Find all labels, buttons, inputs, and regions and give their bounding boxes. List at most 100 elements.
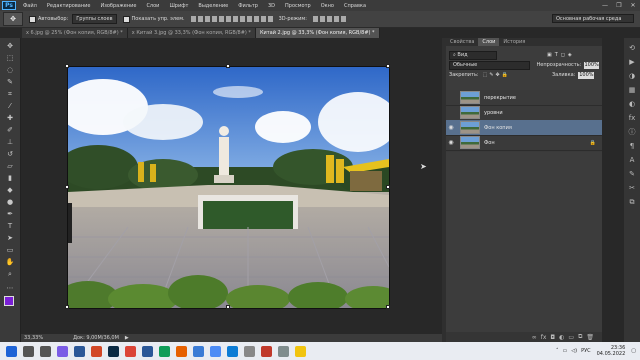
eraser-tool-icon[interactable]: ▱ — [5, 162, 15, 170]
taskview-icon[interactable] — [40, 345, 51, 357]
layer-row[interactable]: ◉ Фон 🔒 — [446, 135, 602, 151]
distribute-icon[interactable] — [239, 16, 245, 22]
menu-item[interactable]: Окно — [316, 3, 339, 9]
eye-icon[interactable]: ◉ — [446, 124, 456, 131]
distribute-icon[interactable] — [253, 16, 259, 22]
transform-handle[interactable] — [386, 305, 390, 309]
brush-panel-icon[interactable]: ✎ — [628, 170, 636, 178]
distribute-icon[interactable] — [246, 16, 252, 22]
3d-rotate-icon[interactable] — [312, 16, 318, 22]
menu-item[interactable]: Файл — [18, 3, 42, 9]
move-tool-icon[interactable]: ✥ — [5, 42, 15, 50]
clone-stamp-tool-icon[interactable]: ⊥ — [5, 138, 15, 146]
app-icon[interactable] — [244, 345, 255, 357]
type-tool-icon[interactable]: T — [5, 222, 15, 230]
menu-item[interactable]: Просмотр — [280, 3, 316, 9]
dodge-tool-icon[interactable]: ● — [5, 198, 15, 206]
transform-handle[interactable] — [226, 64, 230, 68]
notifications-icon[interactable]: ▢ — [631, 348, 636, 354]
color-panel-icon[interactable]: ◑ — [628, 72, 636, 80]
layer-filter-dropdown[interactable]: ⌕ Вид — [449, 50, 497, 60]
chrome-icon[interactable] — [125, 345, 136, 357]
3d-slide-icon[interactable] — [333, 16, 339, 22]
history-panel-icon[interactable]: ⟲ — [628, 44, 636, 52]
align-icon[interactable] — [225, 16, 231, 22]
tool-presets-icon[interactable]: ✂ — [628, 184, 636, 192]
align-icon[interactable] — [190, 16, 196, 22]
foreground-color-swatch[interactable] — [4, 296, 14, 306]
tab-layers[interactable]: Слои — [478, 38, 500, 46]
word-icon[interactable] — [142, 345, 153, 357]
menu-item[interactable]: Фильтр — [233, 3, 263, 9]
pen-tool-icon[interactable]: ✒ — [5, 210, 15, 218]
autoselect-dropdown[interactable]: Группы слоев — [72, 14, 117, 24]
align-icon[interactable] — [211, 16, 217, 22]
transform-handle[interactable] — [65, 305, 69, 309]
fx-icon[interactable]: fx — [541, 334, 547, 341]
lock-icons[interactable]: ⬚✎✥🔒 — [483, 72, 510, 78]
layer-row-selected[interactable]: ◉ Фон копия — [446, 120, 602, 136]
tray-arrow-icon[interactable]: ˄ — [556, 348, 559, 354]
path-select-tool-icon[interactable]: ➤ — [5, 234, 15, 242]
info-panel-icon[interactable]: ⓘ — [628, 128, 636, 136]
menu-item[interactable]: Шрифт — [164, 3, 193, 9]
blur-tool-icon[interactable]: ◆ — [5, 186, 15, 194]
opacity-input[interactable]: 100% — [584, 61, 599, 69]
word-icon[interactable] — [74, 345, 85, 357]
link-icon[interactable]: ∞ — [532, 334, 537, 341]
maximize-button[interactable]: ❐ — [612, 0, 626, 11]
distribute-icon[interactable] — [232, 16, 238, 22]
trash-icon[interactable]: 🗑 — [586, 334, 594, 341]
swatches-panel-icon[interactable]: ▦ — [628, 86, 636, 94]
transform-handle[interactable] — [65, 64, 69, 68]
gradient-tool-icon[interactable]: ▮ — [5, 174, 15, 182]
explorer-icon[interactable] — [295, 345, 306, 357]
search-icon[interactable] — [23, 345, 34, 357]
transform-handle[interactable] — [226, 305, 230, 309]
language-indicator[interactable]: РУС — [581, 348, 591, 354]
quick-select-tool-icon[interactable]: ✎ — [5, 78, 15, 86]
adjustment-icon[interactable]: ◐ — [559, 334, 564, 341]
app-icon[interactable] — [278, 345, 289, 357]
layer-comps-icon[interactable]: ⧉ — [628, 198, 636, 206]
more-tools-icon[interactable]: ⋯ — [5, 284, 15, 292]
paragraph-panel-icon[interactable]: ¶ — [628, 142, 636, 150]
clock[interactable]: 23:36 04.05.2022 — [597, 345, 626, 357]
history-brush-tool-icon[interactable]: ↺ — [5, 150, 15, 158]
doc-tab-active[interactable]: Китай 2.jpg @ 33,3% (Фон копия, RGB/8#) … — [255, 28, 380, 38]
align-icon[interactable] — [197, 16, 203, 22]
3d-roll-icon[interactable] — [319, 16, 325, 22]
menu-item[interactable]: Редактирование — [42, 3, 96, 9]
autoselect-checkbox[interactable] — [29, 15, 36, 23]
align-icon[interactable] — [204, 16, 210, 22]
layer-row[interactable]: уровни — [446, 105, 602, 121]
menu-item[interactable]: 3D — [263, 3, 280, 9]
layer-row[interactable]: перекрытие — [446, 90, 602, 106]
status-arrow-icon[interactable]: ▶ — [125, 335, 129, 341]
workspace-dropdown[interactable]: Основная рабочая среда — [552, 14, 634, 23]
store-icon[interactable] — [210, 345, 221, 357]
3d-pan-icon[interactable] — [326, 16, 332, 22]
show-transform-checkbox[interactable] — [122, 15, 130, 23]
actions-panel-icon[interactable]: ▶ — [628, 58, 636, 66]
files-icon[interactable] — [193, 345, 204, 357]
zoom-tool-icon[interactable]: ⌕ — [5, 270, 15, 278]
assistant-icon[interactable] — [57, 345, 68, 357]
adjustments-panel-icon[interactable]: ◐ — [628, 100, 636, 108]
doc-tab[interactable]: х 6.jpg @ 25% (Фон копия, RGB/8#) * — [22, 28, 128, 38]
align-icon[interactable] — [218, 16, 224, 22]
shape-tool-icon[interactable]: ▭ — [5, 246, 15, 254]
hand-tool-icon[interactable]: ✋ — [5, 258, 15, 266]
eye-icon[interactable]: ◉ — [446, 139, 456, 146]
mask-icon[interactable]: ◘ — [550, 334, 555, 341]
tab-history[interactable]: История — [499, 38, 529, 46]
move-tool-preset-icon[interactable]: ✥ — [3, 12, 23, 26]
transform-handle[interactable] — [65, 185, 69, 189]
volume-icon[interactable]: ◁) — [571, 348, 577, 354]
photoshop-icon[interactable] — [108, 345, 119, 357]
app-icon[interactable] — [261, 345, 272, 357]
folder-icon[interactable]: ▭ — [568, 334, 574, 341]
distribute-icon[interactable] — [267, 16, 273, 22]
chrome-icon[interactable] — [159, 345, 170, 357]
menu-item[interactable]: Выделение — [193, 3, 233, 9]
